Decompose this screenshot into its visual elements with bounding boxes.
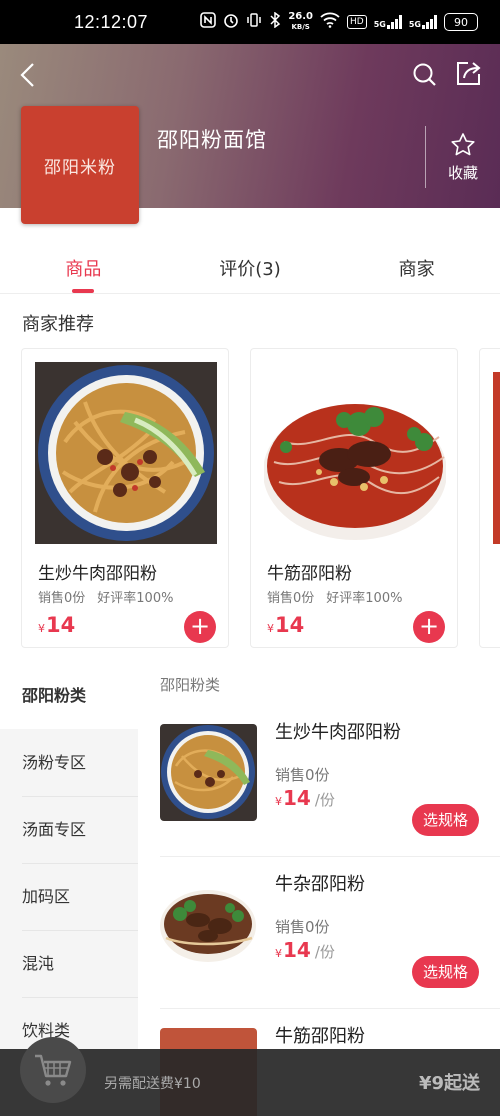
menu-item-title: 牛筋邵阳粉 [275, 1026, 365, 1047]
alarm-icon [223, 12, 239, 32]
card-sales: 销售0份 [267, 591, 315, 606]
recommend-title: 商家推荐 [22, 314, 94, 335]
menu-item-title: 生炒牛肉邵阳粉 [275, 722, 401, 743]
menu-item-title: 牛杂邵阳粉 [275, 874, 365, 895]
star-icon [451, 133, 475, 156]
signal-2-label: 5G [408, 20, 421, 29]
search-icon [413, 63, 436, 86]
recommend-card[interactable]: 牛筋邵阳粉 销售0份 好评率100% ¥14 + [250, 348, 458, 648]
category-item[interactable]: 邵阳粉类 [0, 662, 138, 729]
add-to-cart-button[interactable]: + [413, 611, 445, 643]
card-meta: 销售0份 好评率100% [38, 587, 173, 606]
category-item[interactable]: 混沌 [0, 930, 138, 997]
food-image [264, 362, 446, 544]
status-time: 12:12:07 [74, 11, 149, 32]
food-thumbnail [160, 724, 257, 821]
cart-bar: 另需配送费¥10 ¥9起送 [0, 1037, 500, 1116]
cart-button[interactable] [20, 1037, 86, 1103]
shop-logo-text: 邵阳米粉 [44, 157, 116, 178]
price-value: 14 [283, 938, 311, 962]
status-icons: 26.0 KB/S HD 5G 5G 90 [200, 11, 478, 32]
menu-item-sales: 销售0份 [275, 766, 330, 784]
hd-badge: HD [347, 15, 367, 29]
category-item[interactable]: 汤粉专区 [0, 729, 138, 796]
back-button[interactable] [14, 58, 44, 92]
price-value: 14 [46, 613, 76, 637]
card-rating: 好评率100% [326, 591, 403, 606]
wifi-icon [320, 12, 340, 32]
app-screen: 12:12:07 26.0 KB/S HD 5G 5G 90 邵阳米粉 邵阳粉面… [0, 0, 500, 1116]
currency-symbol: ¥ [267, 622, 274, 635]
add-to-cart-button[interactable]: + [184, 611, 216, 643]
price-value: 14 [275, 613, 305, 637]
favorite-label: 收藏 [447, 164, 478, 182]
card-rating: 好评率100% [97, 591, 174, 606]
price-unit: /份 [314, 943, 335, 961]
min-order-button[interactable]: ¥9起送 [419, 1069, 480, 1095]
card-sales: 销售0份 [38, 591, 86, 606]
menu-item[interactable]: 牛杂邵阳粉 销售0份 ¥14/份 选规格 [138, 860, 500, 1012]
category-item[interactable]: 加码区 [0, 863, 138, 930]
tab-reviews[interactable]: 评价(3) [167, 240, 334, 293]
back-arrow-icon [20, 63, 34, 87]
select-spec-button[interactable]: 选规格 [412, 804, 479, 836]
favorite-button[interactable]: 收藏 [440, 132, 486, 183]
currency-symbol: ¥ [275, 947, 282, 960]
favorite-divider [425, 126, 426, 188]
signal-bars-icon [422, 15, 437, 29]
currency-symbol: ¥ [275, 795, 282, 808]
network-speed-unit: KB/S [291, 23, 310, 31]
cart-icon [35, 1054, 72, 1086]
card-title: 牛筋邵阳粉 [267, 564, 352, 584]
status-bar: 12:12:07 26.0 KB/S HD 5G 5G 90 [0, 0, 500, 44]
menu-group-title: 邵阳粉类 [160, 676, 221, 694]
recommend-card-partial[interactable] [479, 348, 500, 648]
share-button[interactable] [452, 58, 484, 90]
menu-item-price: ¥14/份 [275, 786, 335, 810]
card-price: ¥14 [267, 613, 304, 637]
bluetooth-icon [269, 11, 281, 32]
card-meta: 销售0份 好评率100% [267, 587, 402, 606]
card-price: ¥14 [38, 613, 75, 637]
shop-name: 邵阳粉面馆 [157, 128, 267, 152]
food-image [35, 362, 217, 544]
price-unit: /份 [314, 791, 335, 809]
network-speed-value: 26.0 [288, 11, 314, 22]
category-item[interactable]: 汤面专区 [0, 796, 138, 863]
tab-products[interactable]: 商品 [0, 240, 167, 293]
menu-item-sales: 销售0份 [275, 918, 330, 936]
menu-item-price: ¥14/份 [275, 938, 335, 962]
vibrate-icon [246, 12, 262, 32]
menu-list: 邵阳粉类 生炒牛肉邵阳粉 销售0份 ¥14/份 选规格 牛杂邵阳粉 销售0份 ¥… [138, 662, 500, 1116]
recommend-carousel[interactable]: 生炒牛肉邵阳粉 销售0份 好评率100% ¥14 + 牛筋邵阳粉 销售0份 好评… [0, 346, 500, 650]
search-button[interactable] [410, 60, 440, 90]
signal-2: 5G [409, 15, 437, 29]
signal-1-label: 5G [373, 20, 386, 29]
tab-bar: 商品 评价(3) 商家 [0, 240, 500, 294]
battery-icon: 90 [444, 13, 478, 31]
select-spec-button[interactable]: 选规格 [412, 956, 479, 988]
nfc-icon [200, 12, 217, 32]
battery-level: 90 [454, 15, 468, 29]
item-divider [160, 856, 500, 857]
food-image [493, 362, 500, 544]
signal-bars-icon [386, 15, 402, 29]
shop-logo: 邵阳米粉 [21, 106, 139, 224]
card-title: 生炒牛肉邵阳粉 [38, 564, 157, 584]
delivery-fee-text: 另需配送费¥10 [104, 1076, 201, 1092]
price-value: 14 [283, 786, 311, 810]
plus-icon: + [418, 612, 440, 640]
share-icon [457, 62, 481, 85]
item-divider [160, 1008, 500, 1009]
menu-item[interactable]: 生炒牛肉邵阳粉 销售0份 ¥14/份 选规格 [138, 708, 500, 860]
signal-1: 5G [374, 15, 402, 29]
food-thumbnail [160, 876, 257, 973]
currency-symbol: ¥ [38, 622, 45, 635]
network-speed: 26.0 KB/S [288, 12, 313, 32]
plus-icon: + [189, 612, 211, 640]
recommend-card[interactable]: 生炒牛肉邵阳粉 销售0份 好评率100% ¥14 + [21, 348, 229, 648]
tab-merchant[interactable]: 商家 [333, 240, 500, 293]
